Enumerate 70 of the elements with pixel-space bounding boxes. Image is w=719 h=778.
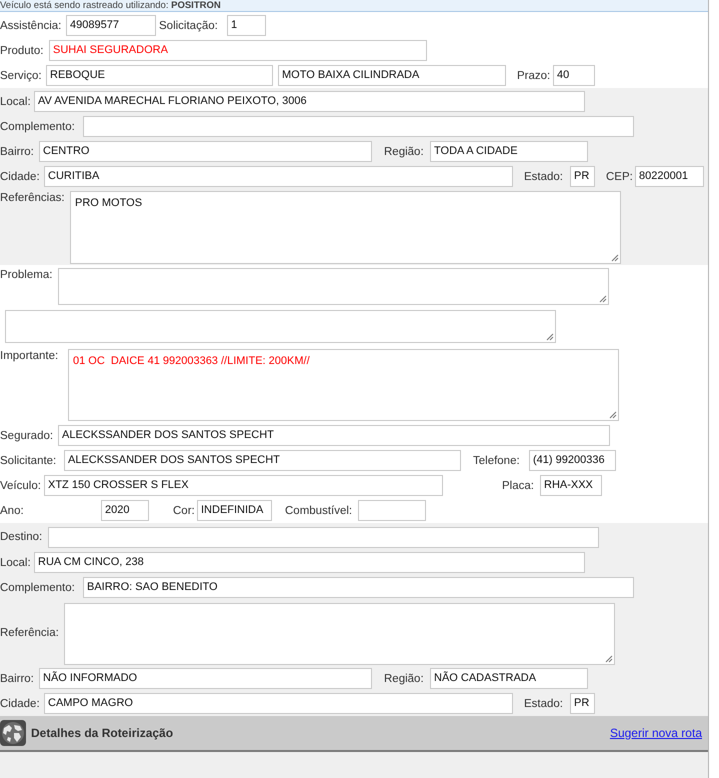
field-label: Complemento: bbox=[0, 120, 76, 132]
resize-grip-icon[interactable] bbox=[599, 295, 607, 303]
field-label: Importante: bbox=[0, 349, 60, 362]
field-label: Cor: bbox=[173, 504, 196, 516]
field-label: Produto: bbox=[0, 44, 44, 56]
field-label: Região: bbox=[384, 146, 425, 158]
text-field[interactable]: 80220001 bbox=[635, 166, 704, 187]
field-label: Cidade: bbox=[0, 698, 41, 710]
field-label: Combustível: bbox=[285, 504, 354, 516]
text-field[interactable]: ALECKSSANDER DOS SANTOS SPECHT bbox=[64, 450, 461, 471]
field-label: Segurado: bbox=[0, 430, 54, 442]
field-label: Solicitante: bbox=[0, 454, 58, 466]
text-area[interactable]: 01 OC DAICE 41 992003363 //LIMITE: 200KM// bbox=[68, 349, 619, 421]
text-field[interactable]: PR bbox=[570, 166, 595, 187]
field-label: Prazo: bbox=[517, 70, 552, 82]
field-label: Ano: bbox=[0, 504, 25, 516]
resize-grip-icon[interactable] bbox=[611, 254, 619, 262]
field-label: Solicitação: bbox=[159, 20, 219, 32]
section-title: Detalhes da Roteirização bbox=[31, 726, 174, 740]
field-label: Complemento: bbox=[0, 582, 76, 594]
globe-icon bbox=[0, 720, 26, 746]
text-field[interactable]: REBOQUE bbox=[46, 65, 273, 86]
text-field[interactable]: 1 bbox=[227, 15, 266, 36]
text-field[interactable]: ALECKSSANDER DOS SANTOS SPECHT bbox=[58, 425, 610, 446]
text-field[interactable]: TODA A CIDADE bbox=[430, 141, 588, 162]
field-label: Local: bbox=[0, 96, 32, 108]
field-label: Estado: bbox=[524, 698, 564, 710]
suggest-route-link[interactable]: Sugerir nova rota bbox=[610, 726, 702, 740]
field-label: Referências: bbox=[0, 191, 66, 204]
text-field[interactable]: (41) 99200336 bbox=[529, 450, 616, 471]
text-field[interactable]: INDEFINIDA bbox=[197, 500, 272, 521]
field-label: Problema: bbox=[0, 268, 54, 281]
tracking-notice: Veículo está sendo rastreado utilizando: POSITRON bbox=[0, 0, 221, 11]
text-field[interactable]: NÃO CADASTRADA bbox=[430, 668, 588, 689]
resize-grip-icon[interactable] bbox=[546, 333, 554, 341]
field-label: Assistência: bbox=[0, 20, 62, 32]
text-field[interactable]: 49089577 bbox=[66, 15, 156, 36]
text-field[interactable]: NÃO INFORMADO bbox=[39, 668, 372, 689]
text-field[interactable]: RHA-XXX bbox=[540, 475, 602, 496]
field-label: Cidade: bbox=[0, 170, 41, 182]
text-field[interactable]: RUA CM CINCO, 238 bbox=[34, 552, 585, 573]
text-field[interactable]: CURITIBA bbox=[44, 166, 513, 187]
field-label: Região: bbox=[384, 672, 425, 684]
field-label: Referência: bbox=[0, 627, 60, 639]
text-field[interactable]: BAIRRO: SAO BENEDITO bbox=[83, 577, 634, 598]
field-label: Telefone: bbox=[473, 454, 521, 466]
field-label: Destino: bbox=[0, 531, 44, 543]
text-field[interactable]: PR bbox=[570, 693, 595, 714]
field-label: CEP: bbox=[606, 170, 634, 182]
text-field[interactable] bbox=[83, 116, 634, 137]
text-field[interactable]: 2020 bbox=[101, 500, 149, 521]
field-label: Bairro: bbox=[0, 672, 35, 684]
text-field[interactable]: AV AVENIDA MARECHAL FLORIANO PEIXOTO, 3006 bbox=[34, 91, 585, 112]
text-field[interactable]: MOTO BAIXA CILINDRADA bbox=[278, 65, 506, 86]
field-label: Local: bbox=[0, 556, 32, 568]
resize-grip-icon[interactable] bbox=[609, 411, 617, 419]
text-area[interactable]: PRO MOTOS bbox=[70, 191, 621, 264]
text-field[interactable]: CAMPO MAGRO bbox=[44, 693, 513, 714]
field-label: Serviço: bbox=[0, 70, 43, 82]
text-field[interactable] bbox=[358, 500, 426, 521]
text-field[interactable]: CENTRO bbox=[39, 141, 372, 162]
resize-grip-icon[interactable] bbox=[605, 655, 613, 663]
field-label: Placa: bbox=[502, 480, 535, 492]
field-label: Veículo: bbox=[0, 480, 42, 492]
text-field[interactable]: 40 bbox=[553, 65, 595, 86]
text-field[interactable]: SUHAI SEGURADORA bbox=[49, 40, 427, 61]
field-label: Estado: bbox=[524, 170, 564, 182]
text-field[interactable]: XTZ 150 CROSSER S FLEX bbox=[44, 475, 443, 496]
field-label: Bairro: bbox=[0, 146, 35, 158]
text-field[interactable] bbox=[48, 526, 599, 548]
